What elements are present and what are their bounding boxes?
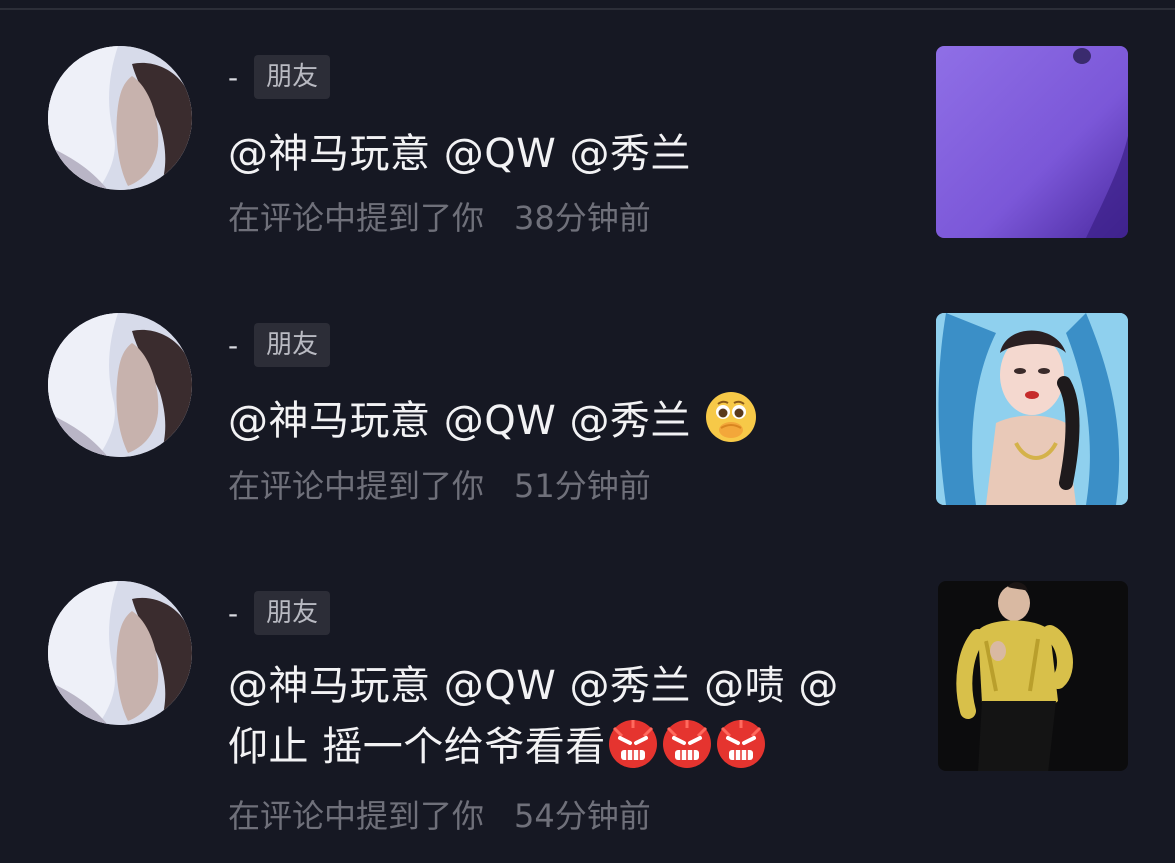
video-thumbnail[interactable] bbox=[936, 313, 1128, 505]
avatar-image bbox=[48, 581, 192, 725]
username[interactable]: - bbox=[228, 329, 238, 362]
username[interactable]: - bbox=[228, 597, 238, 630]
angry-face-icon bbox=[714, 716, 768, 770]
video-thumbnail[interactable] bbox=[938, 581, 1128, 771]
avatar-image bbox=[48, 46, 192, 190]
angry-face-icon bbox=[606, 716, 660, 770]
friend-tag: 朋友 bbox=[254, 323, 331, 367]
mentions: @神马玩意 @QW @秀兰 bbox=[228, 131, 691, 177]
purple-video-thumbnail bbox=[936, 46, 1128, 238]
timestamp: 38分钟前 bbox=[514, 199, 651, 237]
avatar-image bbox=[48, 313, 192, 457]
man-gold-jacket-thumbnail bbox=[938, 581, 1128, 771]
comment-text[interactable]: @神马玩意 @QW @秀兰 bbox=[228, 124, 888, 184]
username[interactable]: - bbox=[228, 61, 238, 94]
meta-row: 在评论中提到了你 38分钟前 bbox=[228, 198, 651, 238]
angry-face-icon bbox=[660, 716, 714, 770]
action-text: 在评论中提到了你 bbox=[228, 797, 485, 835]
mentions-line-1: @神马玩意 @QW @秀兰 @啧 @ bbox=[228, 663, 839, 709]
avatar[interactable] bbox=[48, 313, 192, 457]
top-divider bbox=[0, 8, 1175, 10]
action-text: 在评论中提到了你 bbox=[228, 467, 485, 505]
timestamp: 51分钟前 bbox=[514, 467, 651, 505]
comment-text[interactable]: @神马玩意 @QW @秀兰 @啧 @ 仰止 摇一个给爷看看 bbox=[228, 656, 888, 777]
pleading-face-icon bbox=[704, 390, 758, 444]
meta-row: 在评论中提到了你 51分钟前 bbox=[228, 466, 651, 506]
mentions: @神马玩意 @QW @秀兰 bbox=[228, 398, 691, 444]
comment-text[interactable]: @神马玩意 @QW @秀兰 bbox=[228, 390, 888, 451]
action-text: 在评论中提到了你 bbox=[228, 199, 485, 237]
woman-blue-veil-thumbnail bbox=[936, 313, 1128, 505]
friend-tag: 朋友 bbox=[254, 55, 331, 99]
avatar[interactable] bbox=[48, 581, 192, 725]
mentions-line-2-text: 仰止 摇一个给爷看看 bbox=[228, 724, 606, 770]
friend-tag: 朋友 bbox=[254, 591, 331, 635]
avatar[interactable] bbox=[48, 46, 192, 190]
video-thumbnail[interactable] bbox=[936, 46, 1128, 238]
timestamp: 54分钟前 bbox=[514, 797, 651, 835]
mentions-line-2: 仰止 摇一个给爷看看 bbox=[228, 716, 888, 777]
meta-row: 在评论中提到了你 54分钟前 bbox=[228, 796, 651, 836]
